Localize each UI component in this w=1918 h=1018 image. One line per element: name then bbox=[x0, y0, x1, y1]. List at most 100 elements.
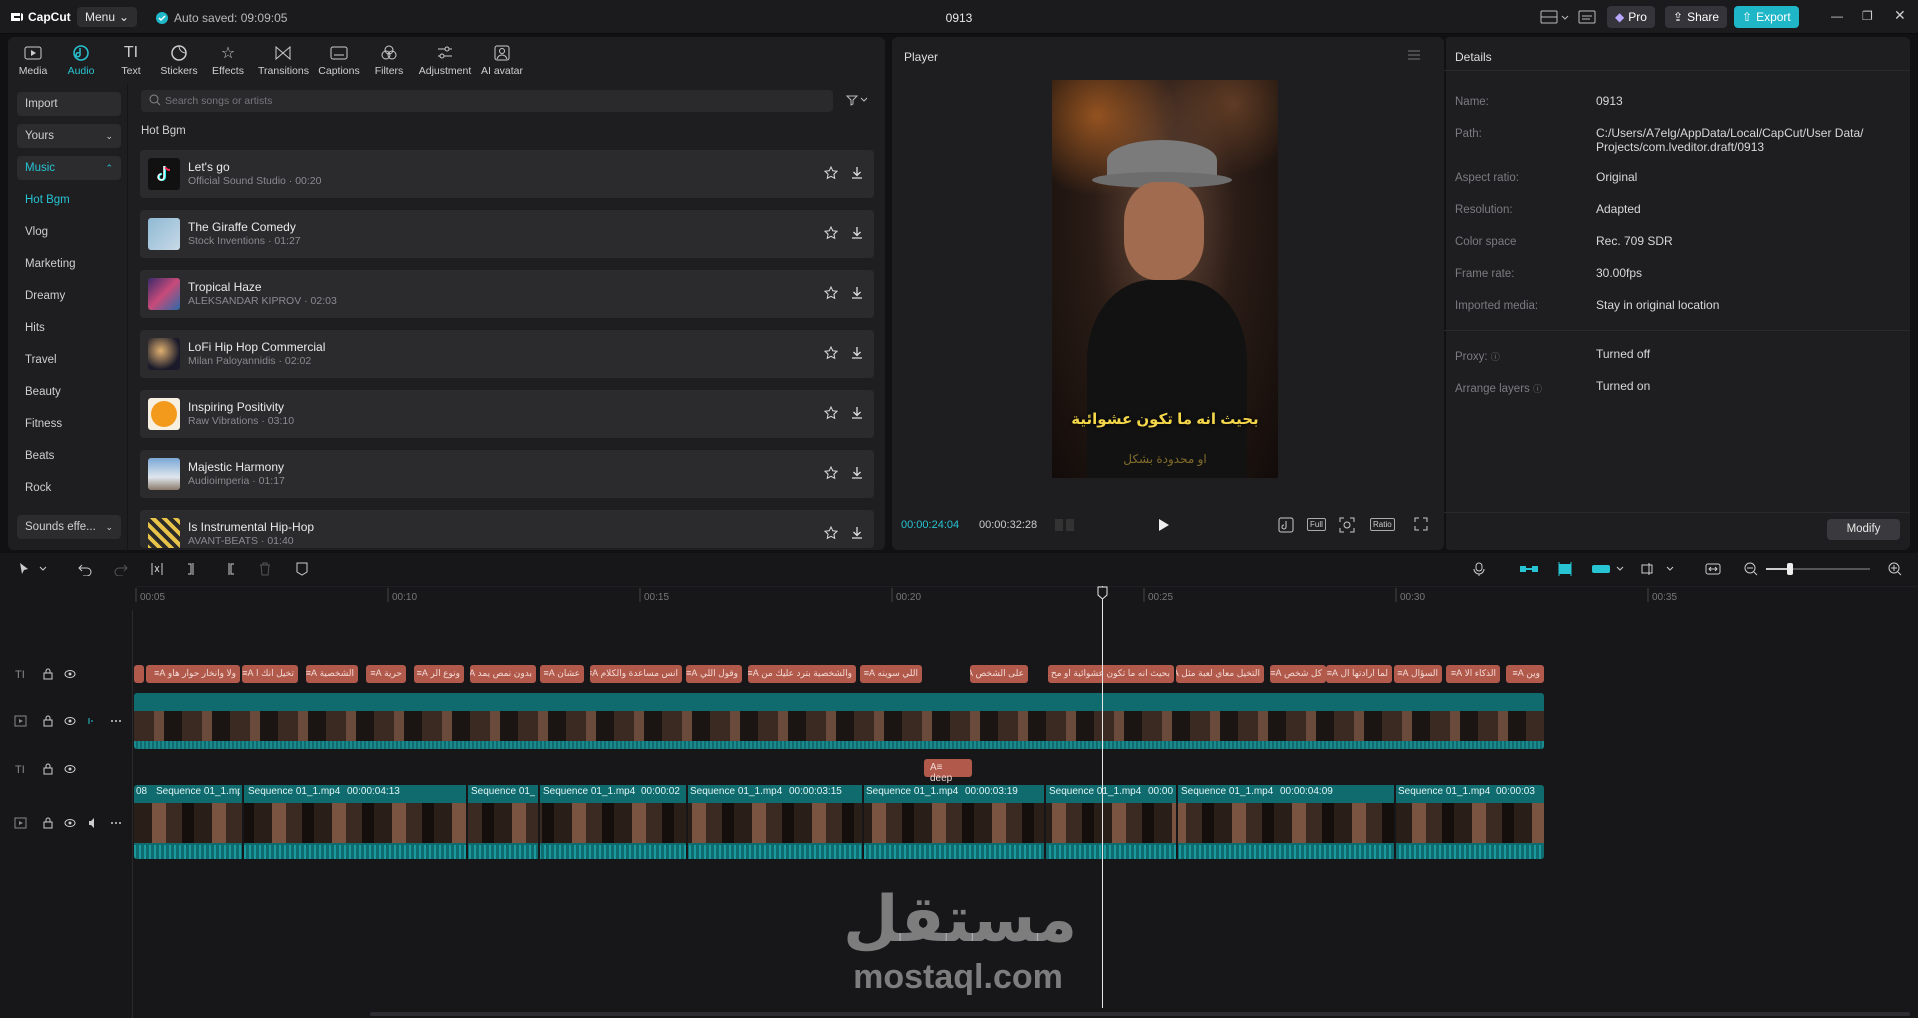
sidebar-music[interactable]: Music ⌃ bbox=[17, 156, 121, 180]
download-icon[interactable] bbox=[850, 286, 864, 300]
layout-icon[interactable] bbox=[1540, 9, 1576, 25]
pro-button[interactable]: ◆ Pro bbox=[1607, 6, 1655, 28]
shortcut-icon[interactable] bbox=[1578, 10, 1596, 24]
play-icon[interactable] bbox=[1158, 518, 1170, 532]
fullscreen-icon[interactable] bbox=[1414, 517, 1428, 531]
favorite-star-icon[interactable] bbox=[824, 406, 838, 420]
hamburger-menu-icon[interactable] bbox=[1407, 49, 1421, 61]
full-quality-button[interactable]: Full bbox=[1307, 518, 1326, 531]
zoom-in-icon[interactable] bbox=[1888, 562, 1902, 576]
split-icon[interactable] bbox=[150, 562, 164, 576]
sidebar-item-rock[interactable]: Rock bbox=[25, 482, 51, 494]
caption-clip[interactable]: عشان A≡ bbox=[540, 665, 584, 683]
favorite-star-icon[interactable] bbox=[824, 526, 838, 540]
caption-clip[interactable]: انس مساعدة والكلام A≡ bbox=[590, 665, 682, 683]
tab-effects[interactable]: ☆ Effects bbox=[203, 43, 253, 77]
caption-clip[interactable]: التخيل معاي لعبة مثل A≡ bbox=[1176, 665, 1264, 683]
tab-media[interactable]: Media bbox=[8, 43, 58, 77]
sidebar-item-hot-bgm[interactable]: Hot Bgm bbox=[25, 194, 70, 206]
auto-snap-icon[interactable] bbox=[1555, 561, 1575, 577]
caption-clip[interactable] bbox=[134, 665, 144, 683]
sidebar-item-vlog[interactable]: Vlog bbox=[25, 226, 48, 238]
zoom-slider-handle[interactable] bbox=[1787, 563, 1793, 575]
filter-icon[interactable] bbox=[846, 94, 870, 106]
select-tool-icon[interactable] bbox=[18, 562, 48, 576]
undo-icon[interactable] bbox=[78, 562, 92, 576]
caption-clip[interactable]: بدون نمص يمد A≡ bbox=[470, 665, 536, 683]
sidebar-item-beats[interactable]: Beats bbox=[25, 450, 54, 462]
tab-text[interactable]: TI Text bbox=[106, 43, 156, 77]
download-icon[interactable] bbox=[850, 466, 864, 480]
sidebar-sounds-effects[interactable]: Sounds effe... ⌄ bbox=[17, 515, 121, 539]
timeline-scrollbar[interactable] bbox=[370, 1012, 1910, 1016]
favorite-star-icon[interactable] bbox=[824, 466, 838, 480]
sidebar-item-marketing[interactable]: Marketing bbox=[25, 258, 76, 270]
download-icon[interactable] bbox=[850, 166, 864, 180]
marker-icon[interactable] bbox=[296, 562, 308, 576]
list-item[interactable]: Tropical Haze ALEKSANDAR KIPROV · 02:03 bbox=[140, 270, 874, 318]
sidebar-item-beauty[interactable]: Beauty bbox=[25, 386, 61, 398]
minimize-icon[interactable]: — bbox=[1831, 9, 1843, 23]
list-item[interactable]: LoFi Hip Hop Commercial Milan Paloyannid… bbox=[140, 330, 874, 378]
download-icon[interactable] bbox=[850, 526, 864, 540]
favorite-star-icon[interactable] bbox=[824, 346, 838, 360]
list-item[interactable]: Majestic Harmony Audioimperia · 01:17 bbox=[140, 450, 874, 498]
microphone-icon[interactable] bbox=[1473, 562, 1485, 576]
tab-audio[interactable]: Audio bbox=[56, 43, 106, 77]
caption-clip[interactable]: والشخصية بترد عليك من A≡ bbox=[748, 665, 856, 683]
caption-clip[interactable]: الشخصية A≡ bbox=[306, 665, 358, 683]
caption-clip[interactable]: بحيث انه ما تكون عشوائية او مح A≡ bbox=[1048, 665, 1174, 683]
main-track-magnet-icon[interactable] bbox=[1519, 562, 1539, 576]
fit-timeline-icon[interactable] bbox=[1705, 562, 1721, 576]
delete-icon[interactable] bbox=[258, 562, 272, 576]
sidebar-yours[interactable]: Yours ⌄ bbox=[17, 124, 121, 148]
list-item[interactable]: The Giraffe Comedy Stock Inventions · 01… bbox=[140, 210, 874, 258]
caption-clip[interactable]: السؤال A≡ bbox=[1394, 665, 1442, 683]
tab-ai-avatar[interactable]: AI avatar bbox=[477, 43, 527, 77]
screenshot-icon[interactable] bbox=[1339, 517, 1355, 533]
tab-transitions[interactable]: Transitions bbox=[258, 43, 309, 77]
linkage-icon[interactable] bbox=[1591, 562, 1627, 576]
download-icon[interactable] bbox=[850, 406, 864, 420]
export-button[interactable]: ⇧ Export bbox=[1734, 6, 1799, 28]
caption-clip[interactable]: حرية A≡ bbox=[366, 665, 406, 683]
caption-clip[interactable]: اللي سوينه A≡ bbox=[860, 665, 922, 683]
split-right-icon[interactable] bbox=[222, 562, 236, 576]
caption-clip[interactable]: تخيل انك ا A≡ bbox=[242, 665, 298, 683]
text-clip[interactable]: A≡ deep bbox=[924, 759, 972, 784]
playhead[interactable] bbox=[1102, 586, 1103, 1008]
caption-clip[interactable]: كل شخص A≡ bbox=[1270, 665, 1326, 683]
tab-adjustment[interactable]: Adjustment bbox=[418, 43, 472, 77]
favorite-star-icon[interactable] bbox=[824, 166, 838, 180]
caption-clip[interactable]: وين A≡ bbox=[1506, 665, 1544, 683]
close-icon[interactable]: ✕ bbox=[1894, 7, 1906, 24]
sidebar-item-fitness[interactable]: Fitness bbox=[25, 418, 62, 430]
caption-clip[interactable]: الذكاء الا A≡ bbox=[1446, 665, 1500, 683]
list-item[interactable]: Let's go Official Sound Studio · 00:20 bbox=[140, 150, 874, 198]
caption-clip[interactable]: على الشخص A≡ bbox=[970, 665, 1028, 683]
sidebar-item-travel[interactable]: Travel bbox=[25, 354, 57, 366]
download-icon[interactable] bbox=[850, 226, 864, 240]
split-left-icon[interactable] bbox=[186, 562, 200, 576]
download-icon[interactable] bbox=[850, 346, 864, 360]
tab-captions[interactable]: Captions bbox=[314, 43, 364, 77]
list-item[interactable]: Inspiring Positivity Raw Vibrations · 03… bbox=[140, 390, 874, 438]
waveform-toggle-icon[interactable] bbox=[1054, 518, 1076, 532]
search-input[interactable]: Search songs or artists bbox=[141, 90, 833, 112]
ratio-button[interactable]: Ratio bbox=[1370, 518, 1395, 531]
tab-filters[interactable]: Filters bbox=[364, 43, 414, 77]
caption-clip[interactable]: وقول اللي A≡ bbox=[686, 665, 742, 683]
sidebar-item-hits[interactable]: Hits bbox=[25, 322, 45, 334]
share-button[interactable]: ⇪ Share bbox=[1665, 6, 1728, 28]
zoom-out-icon[interactable] bbox=[1744, 562, 1758, 576]
favorite-star-icon[interactable] bbox=[824, 226, 838, 240]
caption-clip[interactable]: ولا وانخار حوار هاو A≡ bbox=[146, 665, 240, 683]
caption-clip[interactable]: ونوع الر A≡ bbox=[414, 665, 464, 683]
favorite-star-icon[interactable] bbox=[824, 286, 838, 300]
list-item[interactable]: Is Instrumental Hip-Hop AVANT-BEATS · 01… bbox=[140, 510, 874, 548]
overlay-video-clip[interactable] bbox=[134, 693, 1544, 749]
timeline-ruler[interactable] bbox=[0, 586, 1918, 604]
video-preview[interactable]: بحيث انه ما تكون عشوائية او محدودة بشكل bbox=[1052, 80, 1278, 478]
tiktok-preview-icon[interactable] bbox=[1278, 517, 1294, 533]
redo-icon[interactable] bbox=[114, 562, 128, 576]
